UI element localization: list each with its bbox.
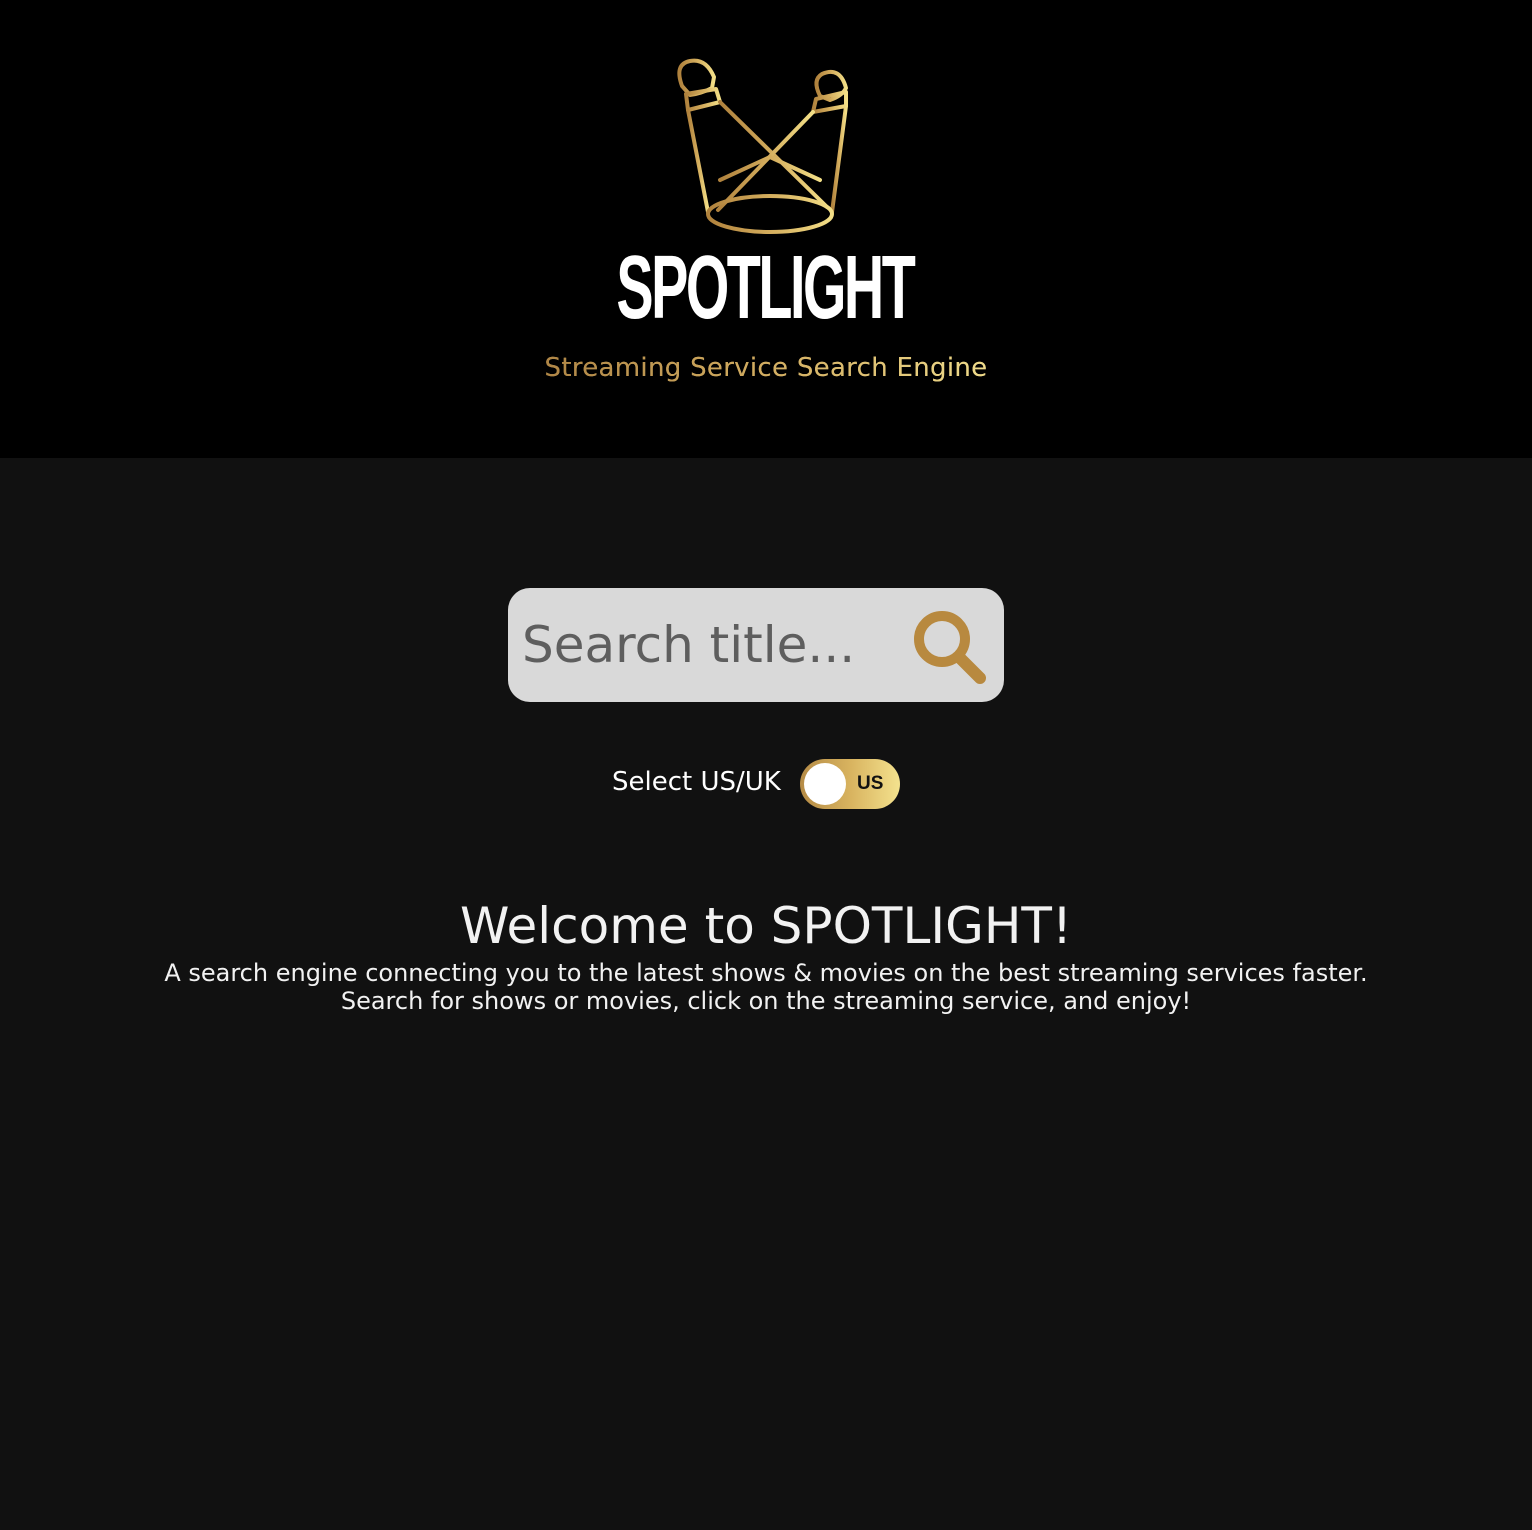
toggle-value: US — [857, 773, 884, 794]
welcome-title: Welcome to SPOTLIGHT! — [459, 897, 1072, 955]
toggle-knob[interactable] — [804, 763, 846, 805]
region-toggle[interactable]: US — [800, 759, 900, 809]
region-label: Select US/UK — [612, 767, 781, 797]
spotlight-logo-icon — [677, 58, 848, 234]
site-header: SPOTLIGHT Streaming Service Search Engin… — [0, 0, 1532, 458]
search-bar — [508, 588, 1004, 702]
brand-logo-text: SPOTLIGHT — [616, 238, 915, 338]
search-icon[interactable] — [908, 606, 992, 686]
tagline: Streaming Service Search Engine — [0, 350, 1532, 386]
region-selector: Select US/UK US — [0, 756, 1532, 812]
welcome-description-line-2: Search for shows or movies, click on the… — [340, 987, 1192, 1015]
welcome-description-line-1: A search engine connecting you to the la… — [164, 959, 1368, 987]
search-input[interactable] — [522, 608, 892, 682]
tagline-text: Streaming Service Search Engine — [544, 353, 988, 383]
